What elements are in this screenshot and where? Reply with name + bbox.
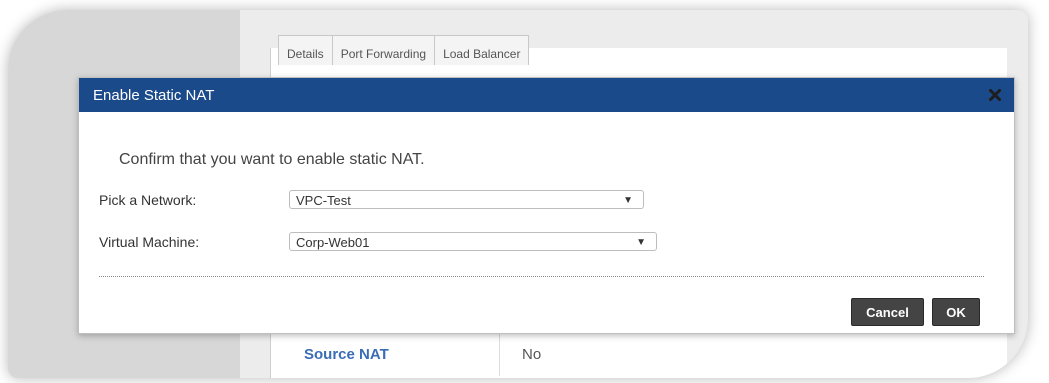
network-select[interactable]: VPC-Test ▼ xyxy=(289,190,644,209)
tab-details[interactable]: Details xyxy=(278,35,333,65)
dialog-header: Enable Static NAT xyxy=(79,78,1014,112)
enable-static-nat-dialog: Enable Static NAT Confirm that you want … xyxy=(78,77,1015,334)
tab-bar: Details Port Forwarding Load Balancer xyxy=(278,35,530,65)
vm-row: Virtual Machine: Corp-Web01 ▼ xyxy=(99,232,657,251)
ok-button[interactable]: OK xyxy=(932,298,980,326)
screenshot-stage: Details Port Forwarding Load Balancer So… xyxy=(0,0,1049,383)
detail-key: Source NAT xyxy=(270,332,500,376)
tab-port-forwarding[interactable]: Port Forwarding xyxy=(331,35,436,65)
dropdown-arrow-icon: ▼ xyxy=(623,195,633,206)
dropdown-arrow-icon: ▼ xyxy=(636,237,646,248)
detail-value: No xyxy=(522,345,542,363)
vm-selected-value: Corp-Web01 xyxy=(296,235,370,250)
confirm-message: Confirm that you want to enable static N… xyxy=(119,151,425,168)
cancel-button[interactable]: Cancel xyxy=(851,298,924,326)
network-row: Pick a Network: VPC-Test ▼ xyxy=(99,190,644,209)
vm-label: Virtual Machine: xyxy=(99,233,200,250)
close-icon[interactable] xyxy=(986,86,1004,104)
dialog-title: Enable Static NAT xyxy=(93,86,215,104)
network-selected-value: VPC-Test xyxy=(296,193,351,208)
tab-load-balancer[interactable]: Load Balancer xyxy=(434,35,530,65)
vm-select[interactable]: Corp-Web01 ▼ xyxy=(289,232,657,251)
dialog-divider xyxy=(99,276,984,277)
network-label: Pick a Network: xyxy=(99,191,197,208)
app-frame: Details Port Forwarding Load Balancer So… xyxy=(8,10,1028,378)
detail-row-source-nat: Source NAT No xyxy=(270,332,1006,376)
